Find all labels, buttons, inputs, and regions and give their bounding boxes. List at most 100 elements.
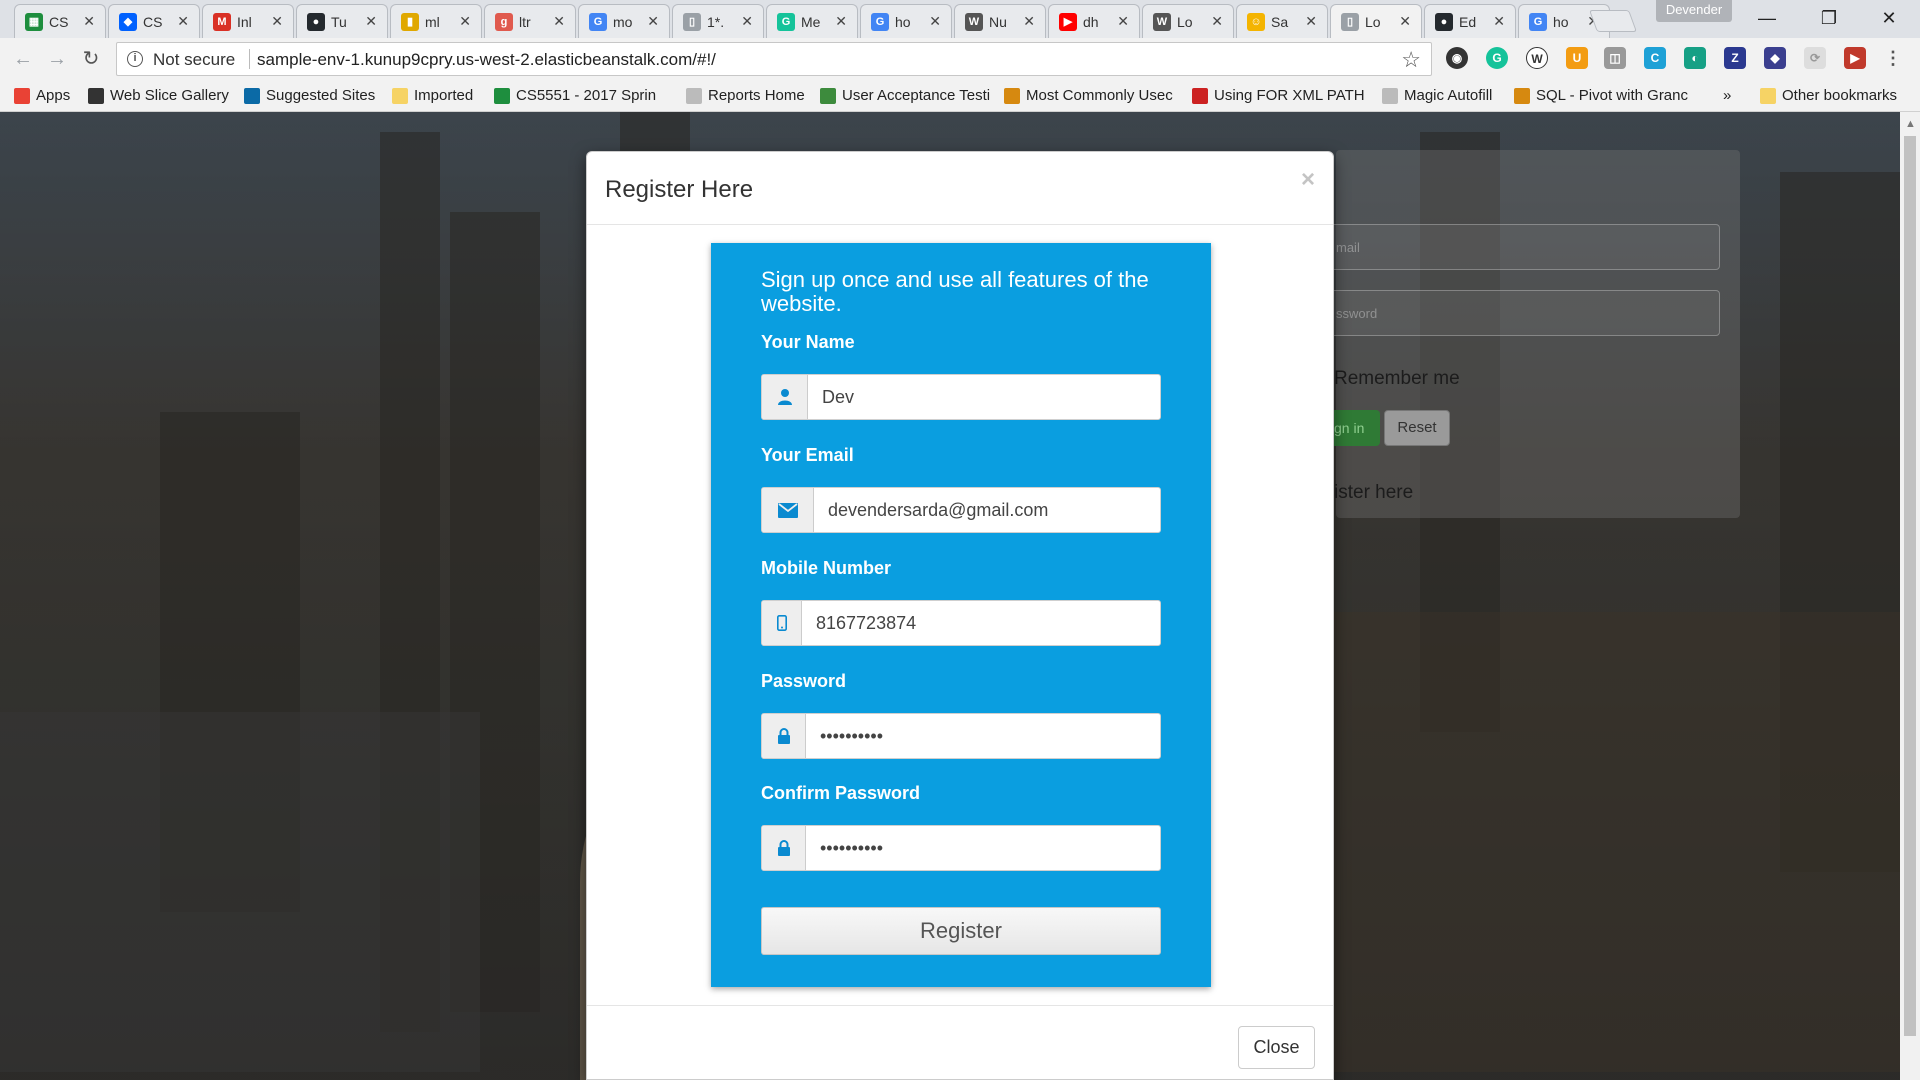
tab-close-icon[interactable]: ✕ [177,13,189,30]
close-window-icon[interactable]: ✕ [1866,4,1912,32]
browser-tab[interactable]: W Lo ✕ [1142,4,1234,38]
extension-c-icon[interactable]: C [1644,47,1666,69]
minimize-icon[interactable]: — [1744,4,1790,32]
bookmark-item[interactable]: Suggested Sites [244,87,375,104]
bookmark-item[interactable]: Using FOR XML PATH [1192,87,1365,104]
bookmark-item[interactable]: Imported [392,87,473,104]
bookmark-label: Apps [36,87,71,104]
restore-icon[interactable]: ❐ [1806,4,1852,32]
bookmark-item[interactable]: Magic Autofill [1382,87,1492,104]
grammarly-icon[interactable]: G [1486,47,1508,69]
google-icon: G [1529,12,1547,31]
github-icon: ● [1435,12,1453,31]
forward-icon[interactable]: → [44,46,70,72]
browser-tab[interactable]: ◆ CS ✕ [108,4,200,38]
bookmark-item[interactable]: CS5551 - 2017 Sprin [494,87,656,104]
info-icon[interactable]: i [127,51,143,67]
scroll-up-icon[interactable]: ▲ [1905,118,1916,130]
url-text[interactable]: sample-env-1.kunup9cpry.us-west-2.elasti… [257,50,716,70]
tab-close-icon[interactable]: ✕ [1399,13,1411,30]
tab-close-icon[interactable]: ✕ [741,13,753,30]
confirm-password-input[interactable]: •••••••••• [806,826,1160,870]
wordpress-icon[interactable]: W [1526,47,1548,69]
back-icon[interactable]: ← [10,46,36,72]
browser-tab[interactable]: ● Tu ✕ [296,4,388,38]
tab-label: ltr [519,13,531,30]
tab-close-icon[interactable]: ✕ [835,13,847,30]
extension-circle-icon[interactable]: ◉ [1446,47,1468,69]
browser-tab[interactable]: ▦ CS ✕ [14,4,106,38]
profile-button[interactable]: Devender [1656,0,1732,22]
bookmark-item[interactable]: SQL - Pivot with Granc [1514,87,1688,104]
tab-close-icon[interactable]: ✕ [1211,13,1223,30]
browser-tab[interactable]: ▶ dh ✕ [1048,4,1140,38]
security-label[interactable]: Not secure [153,50,235,70]
mobile-input[interactable]: 8167723874 [802,601,1160,645]
dropbox-icon: ◆ [119,12,137,31]
modal-close-icon[interactable]: × [1301,166,1315,194]
tab-close-icon[interactable]: ✕ [365,13,377,30]
tab-close-icon[interactable]: ✕ [1023,13,1035,30]
extension-z-icon[interactable]: Z [1724,47,1746,69]
tab-close-icon[interactable]: ✕ [83,13,95,30]
bookmark-star-icon[interactable]: ☆ [1401,47,1421,73]
tab-close-icon[interactable]: ✕ [1305,13,1317,30]
email-input[interactable]: devendersarda@gmail.com [814,488,1160,532]
bookmark-label: CS5551 - 2017 Sprin [516,87,657,104]
scroll-thumb[interactable] [1904,136,1916,1036]
extension-leaf-icon[interactable]: ⟳ [1804,47,1826,69]
bookmark-label: Most Commonly Usec [1026,87,1173,104]
google-icon: G [589,12,607,31]
tab-close-icon[interactable]: ✕ [1493,13,1505,30]
browser-tab[interactable]: ▮ ml ✕ [390,4,482,38]
browser-tab[interactable]: M Inl ✕ [202,4,294,38]
mobile-field[interactable]: 8167723874 [761,600,1161,646]
confirm-password-field[interactable]: •••••••••• [761,825,1161,871]
browser-tab[interactable]: ▯ Lo ✕ [1330,4,1422,38]
user-icon [762,375,808,419]
reload-icon[interactable]: ↻ [78,46,104,72]
browser-tab[interactable]: ☺ Sa ✕ [1236,4,1328,38]
other-bookmarks[interactable]: Other bookmarks [1760,87,1897,104]
address-bar[interactable]: i Not secure sample-env-1.kunup9cpry.us-… [116,42,1432,76]
tab-close-icon[interactable]: ✕ [271,13,283,30]
bookmark-item[interactable]: Web Slice Gallery [88,87,229,104]
extension-red-icon[interactable]: ▶ [1844,47,1866,69]
apps-icon [14,87,30,104]
browser-tab[interactable]: G Me ✕ [766,4,858,38]
tab-close-icon[interactable]: ✕ [929,13,941,30]
background-email-placeholder: mail [1336,240,1360,255]
extension-flag-icon[interactable]: ◆ [1764,47,1786,69]
new-tab-button[interactable] [1588,10,1638,32]
browser-tab[interactable]: g ltr ✕ [484,4,576,38]
tab-close-icon[interactable]: ✕ [553,13,565,30]
extension-gray-icon[interactable]: ◫ [1604,47,1626,69]
browser-tab[interactable]: W Nu ✕ [954,4,1046,38]
menu-icon[interactable]: ⋮ [1882,47,1904,69]
tab-close-icon[interactable]: ✕ [647,13,659,30]
password-input[interactable]: •••••••••• [806,714,1160,758]
close-button[interactable]: Close [1238,1026,1315,1069]
extension-wave-icon[interactable]: ◐ [1684,47,1706,69]
browser-tab[interactable]: ▯ 1*. ✕ [672,4,764,38]
password-field[interactable]: •••••••••• [761,713,1161,759]
name-field[interactable]: Dev [761,374,1161,420]
tab-label: mo [613,13,633,30]
bookmark-item[interactable]: User Acceptance Testi [820,87,990,104]
bookmark-item[interactable]: Apps [14,87,70,104]
bookmark-item[interactable]: Reports Home [686,87,805,104]
tab-close-icon[interactable]: ✕ [1117,13,1129,30]
browser-tab[interactable]: Gho ✕ [860,4,952,38]
modal-footer: Close [587,1005,1333,1080]
register-button[interactable]: Register [761,907,1161,955]
bookmark-label: Using FOR XML PATH [1214,87,1365,104]
tab-close-icon[interactable]: ✕ [459,13,471,30]
email-field[interactable]: devendersarda@gmail.com [761,487,1161,533]
name-input[interactable]: Dev [808,375,1160,419]
extension-orange-icon[interactable]: U [1566,47,1588,69]
bookmark-item[interactable]: Most Commonly Usec [1004,87,1173,104]
browser-tab[interactable]: Gmo ✕ [578,4,670,38]
browser-tab[interactable]: ● Ed ✕ [1424,4,1516,38]
bookmarks-overflow-button[interactable]: » [1723,87,1731,104]
page-scrollbar[interactable]: ▲ [1900,112,1920,1080]
